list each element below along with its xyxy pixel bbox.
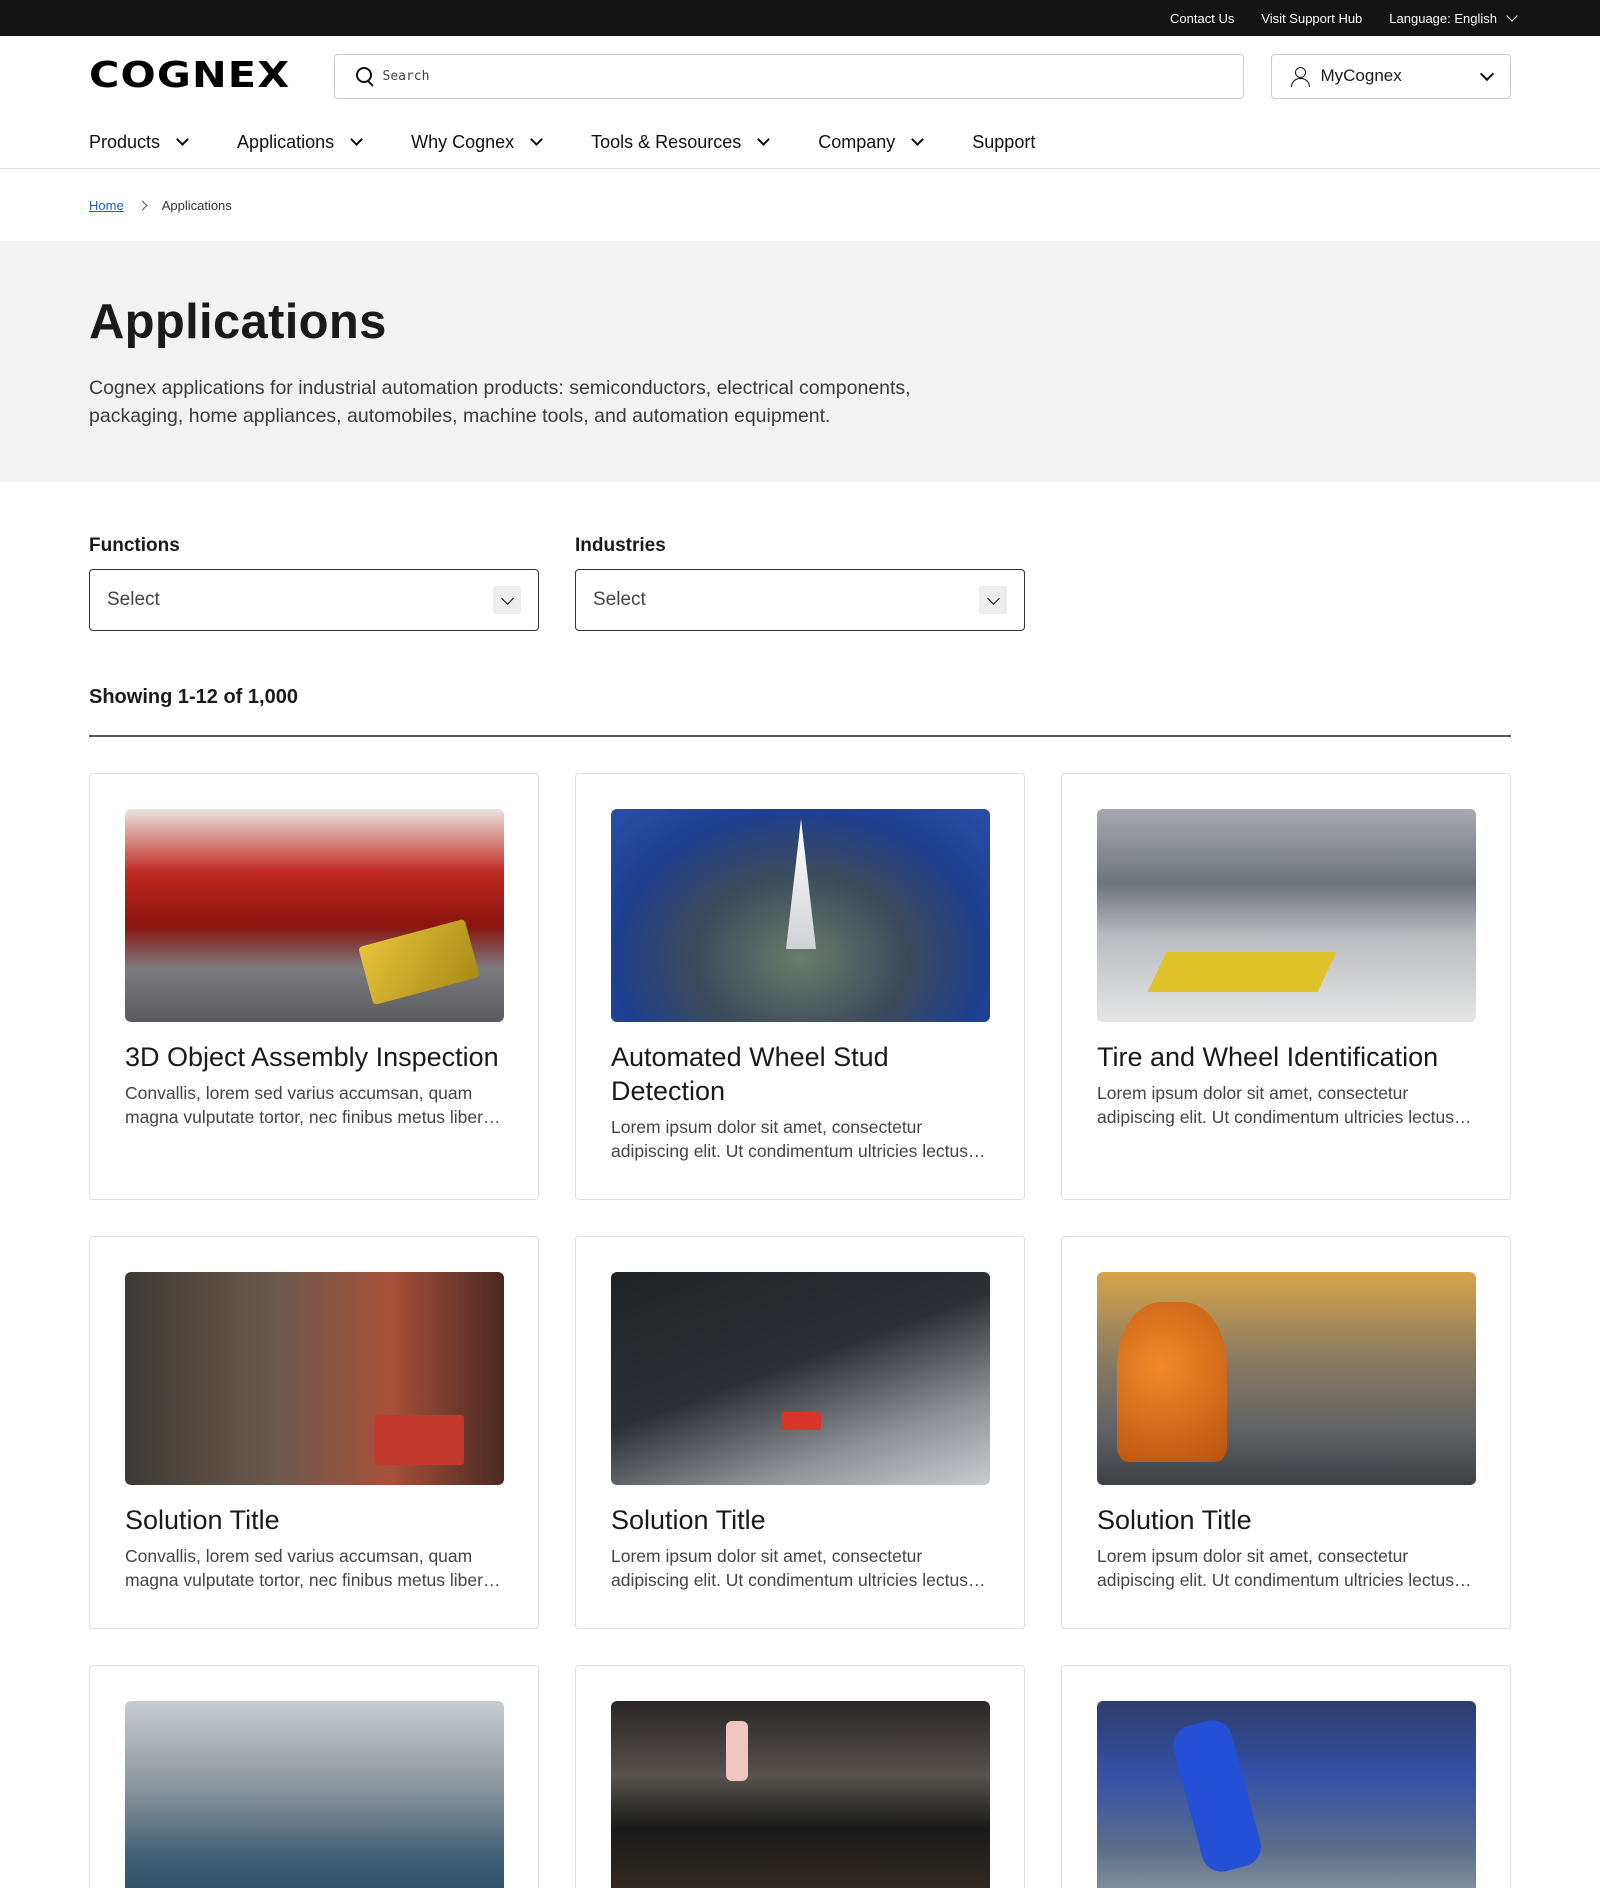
search-bar[interactable] bbox=[333, 53, 1245, 99]
chevron-right-icon bbox=[137, 200, 148, 210]
language-label: Language: English bbox=[1389, 10, 1497, 26]
chevron-down-icon bbox=[350, 133, 363, 146]
card-title: Automated Wheel Stud Detection bbox=[611, 1042, 889, 1106]
search-input[interactable] bbox=[382, 68, 1183, 84]
mycognex-dropdown[interactable]: MyCognex bbox=[1271, 53, 1511, 99]
search-icon bbox=[355, 66, 375, 86]
functions-label: Functions bbox=[89, 535, 180, 556]
chevron-down-icon bbox=[493, 586, 521, 614]
solution-card[interactable] bbox=[1061, 1665, 1511, 1888]
nav-item-label: Support bbox=[972, 131, 1036, 152]
nav-item-label: Why Cognex bbox=[411, 131, 515, 152]
solution-card[interactable]: Automated Wheel Stud Detection Lorem ips… bbox=[575, 773, 1025, 1200]
card-title: Solution Title bbox=[125, 1505, 280, 1535]
nav-item-support[interactable]: Support bbox=[972, 132, 1035, 153]
card-description: Convallis, lorem sed varius accumsan, qu… bbox=[125, 1083, 493, 1127]
card-title: 3D Object Assembly Inspection bbox=[125, 1042, 499, 1072]
results-count: Showing 1-12 of 1,000 bbox=[89, 686, 298, 708]
nav-item-company[interactable]: Company bbox=[818, 131, 925, 153]
page-description: Cognex applications for industrial autom… bbox=[89, 377, 911, 427]
results-header: Showing 1-12 of 1,000 bbox=[0, 631, 1600, 737]
nav-item-label: Tools & Resources bbox=[591, 131, 742, 152]
card-image bbox=[1097, 1272, 1476, 1485]
breadcrumb-home-link[interactable]: Home bbox=[89, 198, 124, 213]
site-header: COGNEX MyCognex bbox=[0, 36, 1600, 116]
industries-label: Industries bbox=[575, 535, 666, 556]
card-title: Tire and Wheel Identification bbox=[1097, 1042, 1439, 1072]
card-title: Solution Title bbox=[611, 1505, 766, 1535]
card-description: Convallis, lorem sed varius accumsan, qu… bbox=[125, 1546, 493, 1590]
industries-filter: Industries Select bbox=[575, 535, 1025, 631]
nav-item-label: Products bbox=[89, 131, 161, 152]
logo-text: COGNEX bbox=[89, 55, 291, 96]
solution-card[interactable] bbox=[89, 1665, 539, 1888]
hero-section: Applications Cognex applications for ind… bbox=[0, 241, 1600, 482]
functions-select[interactable]: Select bbox=[89, 569, 539, 631]
solution-card[interactable]: Solution Title Convallis, lorem sed vari… bbox=[89, 1236, 539, 1629]
card-description: Lorem ipsum dolor sit amet, consectetur … bbox=[611, 1546, 973, 1590]
card-description: Lorem ipsum dolor sit amet, consectetur … bbox=[611, 1117, 973, 1161]
card-image bbox=[125, 1701, 504, 1888]
industries-select[interactable]: Select bbox=[575, 569, 1025, 631]
solution-card[interactable]: Tire and Wheel Identification Lorem ipsu… bbox=[1061, 773, 1511, 1200]
chevron-down-icon bbox=[530, 133, 544, 146]
functions-select-value: Select bbox=[107, 589, 160, 610]
nav-item-products[interactable]: Products bbox=[89, 131, 189, 153]
functions-filter: Functions Select bbox=[89, 535, 539, 631]
cognex-logo[interactable]: COGNEX bbox=[89, 55, 307, 96]
industries-select-value: Select bbox=[593, 589, 646, 610]
language-selector[interactable]: Language: English bbox=[1389, 10, 1518, 26]
support-hub-link[interactable]: Visit Support Hub bbox=[1261, 11, 1362, 26]
chevron-down-icon bbox=[911, 133, 925, 146]
nav-item-why-cognex[interactable]: Why Cognex bbox=[411, 131, 544, 153]
card-image bbox=[611, 1272, 990, 1485]
solution-card[interactable] bbox=[575, 1665, 1025, 1888]
card-image bbox=[125, 1272, 504, 1485]
card-title: Solution Title bbox=[1097, 1505, 1252, 1535]
card-image bbox=[1097, 1701, 1476, 1888]
card-image bbox=[611, 1701, 990, 1888]
account-label: MyCognex bbox=[1320, 66, 1402, 85]
card-description: Lorem ipsum dolor sit amet, consectetur … bbox=[1097, 1083, 1459, 1127]
utility-bar: Contact Us Visit Support Hub Language: E… bbox=[0, 0, 1600, 36]
card-image bbox=[1097, 809, 1476, 1022]
nav-item-tools-resources[interactable]: Tools & Resources bbox=[591, 131, 771, 153]
solution-card[interactable]: 3D Object Assembly Inspection Convallis,… bbox=[89, 773, 539, 1200]
chevron-down-icon bbox=[1506, 10, 1518, 22]
solution-card[interactable]: Solution Title Lorem ipsum dolor sit ame… bbox=[575, 1236, 1025, 1629]
card-description: Lorem ipsum dolor sit amet, consectetur … bbox=[1097, 1546, 1459, 1590]
main-nav: Products Applications Why Cognex Tools &… bbox=[0, 116, 1600, 169]
nav-item-label: Applications bbox=[237, 131, 335, 152]
card-image bbox=[611, 809, 990, 1022]
solution-card[interactable]: Solution Title Lorem ipsum dolor sit ame… bbox=[1061, 1236, 1511, 1629]
breadcrumb-current: Applications bbox=[161, 197, 232, 213]
filters: Functions Select Industries Select bbox=[0, 482, 1600, 631]
chevron-down-icon bbox=[1479, 66, 1495, 81]
contact-us-link[interactable]: Contact Us bbox=[1170, 11, 1234, 26]
card-image bbox=[125, 809, 504, 1022]
breadcrumb: Home Applications bbox=[0, 169, 1600, 241]
nav-item-applications[interactable]: Applications bbox=[237, 131, 363, 153]
chevron-down-icon bbox=[757, 133, 771, 146]
solutions-grid: 3D Object Assembly Inspection Convallis,… bbox=[0, 737, 1600, 1888]
nav-item-label: Company bbox=[818, 131, 896, 152]
chevron-down-icon bbox=[979, 586, 1007, 614]
user-icon bbox=[1290, 66, 1311, 87]
page-title: Applications bbox=[89, 295, 387, 349]
chevron-down-icon bbox=[176, 133, 189, 146]
